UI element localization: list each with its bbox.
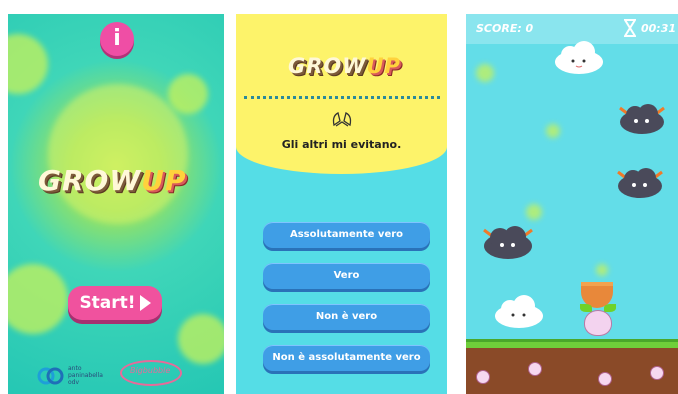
root-bulb: [650, 366, 664, 380]
angry-cloud: [619, 104, 665, 134]
logo-grow-text: GROW: [38, 164, 142, 197]
gameplay-screen: SCORE: 0 00:31: [466, 14, 678, 394]
timer-display: 00:31: [640, 22, 676, 35]
hands-icon: [332, 112, 352, 127]
bokeh-light: [168, 74, 208, 114]
answer-button-strongly-not-true[interactable]: Non è assolutamente vero: [263, 345, 430, 371]
divider: [244, 96, 440, 99]
start-button[interactable]: Start!: [68, 286, 162, 320]
sponsor2-text: Bigbubble: [130, 366, 171, 375]
play-arrow-icon: [139, 295, 151, 311]
bokeh-light: [8, 34, 48, 94]
answer-button-not-true[interactable]: Non è vero: [263, 304, 430, 330]
angry-cloud: [617, 168, 663, 198]
angry-cloud: [483, 226, 533, 259]
logo-up-text: UP: [366, 54, 401, 78]
root-bulb: [528, 362, 542, 376]
info-icon: i: [113, 26, 121, 51]
start-label: Start!: [79, 293, 136, 313]
logo-up-text: UP: [141, 164, 187, 197]
bokeh-light: [178, 314, 224, 364]
flower-logo: Bigbubble: [120, 360, 182, 386]
sponsor-logo-anto: anto paninabella odv: [36, 365, 103, 386]
bokeh-light: [546, 124, 560, 138]
player-plant[interactable]: [584, 310, 612, 336]
question-screen: GROWUP Gli altri mi evitano. Assolutamen…: [236, 14, 447, 394]
info-button[interactable]: i: [100, 22, 134, 56]
sponsor-name-1: anto: [68, 365, 82, 372]
leaf: [604, 304, 616, 312]
glow-circle: [48, 84, 188, 224]
game-logo: GROWUP: [288, 54, 401, 78]
answer-button-true[interactable]: Vero: [263, 263, 430, 289]
question-text: Gli altri mi evitano.: [281, 138, 402, 151]
friendly-cloud: [555, 41, 603, 74]
root-bulb: [476, 370, 490, 384]
answer-button-strongly-true[interactable]: Assolutamente vero: [263, 222, 430, 248]
hourglass-icon: [624, 19, 636, 37]
root-bulb: [598, 372, 612, 386]
bokeh-light: [526, 204, 542, 220]
title-screen: i GROWUP Start! anto paninabella odv Big…: [8, 14, 224, 394]
bokeh-light: [476, 64, 494, 82]
bokeh-light: [596, 264, 608, 276]
sponsor-logo-bigbubble: Bigbubble: [120, 360, 182, 386]
game-logo: GROWUP: [38, 164, 187, 197]
rings-icon: [37, 367, 64, 384]
bokeh-light: [8, 264, 68, 334]
soil-ground: [466, 348, 678, 394]
score-display: SCORE: 0: [476, 22, 534, 35]
sponsor-name-3: odv: [68, 379, 80, 386]
logo-grow-text: GROW: [288, 54, 367, 78]
friendly-cloud: [495, 295, 543, 328]
sponsor-name-2: paninabella: [68, 372, 103, 379]
